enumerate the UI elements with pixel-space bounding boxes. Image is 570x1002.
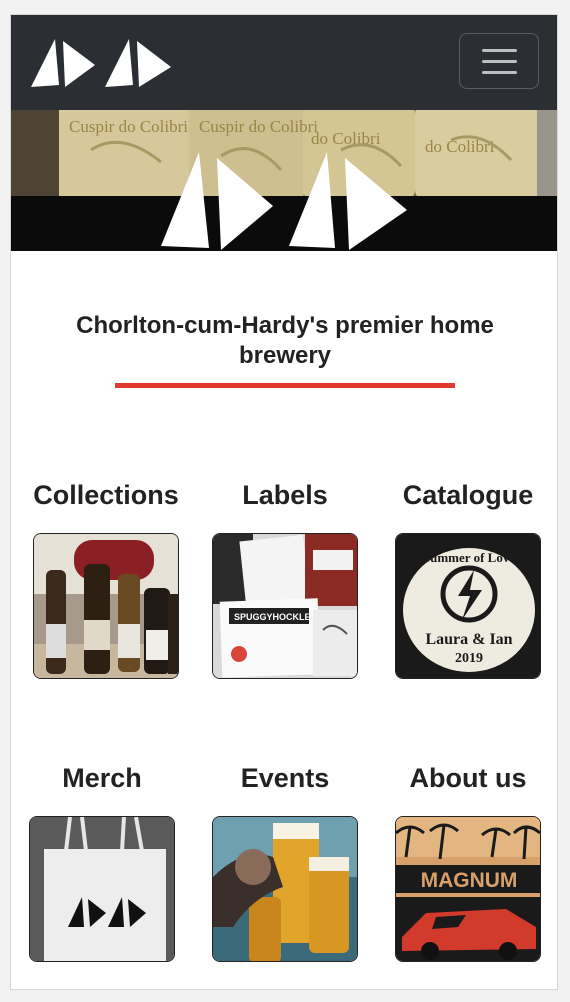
tile-title-about-us[interactable]: About us — [377, 762, 557, 794]
labels-image[interactable]: SPUGGYHOCKLE — [212, 533, 358, 679]
catalogue-image-text-3: 2019 — [455, 651, 483, 666]
tile-title-collections[interactable]: Collections — [15, 479, 197, 511]
abab-logo-icon — [31, 39, 171, 87]
about-us-image-text: MAGNUM — [421, 869, 518, 892]
menu-toggle-button[interactable] — [459, 33, 539, 89]
brand-logo[interactable] — [29, 37, 175, 89]
tile-title-labels[interactable]: Labels — [194, 479, 376, 511]
page-frame: Cuspir do Colibri Cuspir do Colibri do C… — [10, 14, 558, 990]
abab-hero-logo-icon — [161, 152, 407, 250]
events-image[interactable] — [212, 816, 358, 962]
tile-title-catalogue[interactable]: Catalogue — [377, 479, 557, 511]
beer-bottles-icon — [34, 534, 178, 678]
tile-merch: Merch — [11, 762, 193, 962]
tile-catalogue: Catalogue Summer of Love Laura & Ian 201… — [377, 479, 557, 679]
collections-image[interactable] — [33, 533, 179, 679]
tote-bag-icon — [30, 817, 174, 961]
tile-about-us: About us MAGNUM — [377, 762, 557, 962]
beer-glasses-icon — [213, 817, 357, 961]
magnum-poster-icon: MAGNUM — [396, 817, 540, 961]
merch-image[interactable] — [29, 816, 175, 962]
catalogue-image[interactable]: Summer of Love Laura & Ian 2019 — [395, 533, 541, 679]
hero-banner: Cuspir do Colibri Cuspir do Colibri do C… — [11, 110, 557, 251]
tile-title-merch[interactable]: Merch — [11, 762, 193, 794]
bottle-label-text-2: Cuspir do Colibri — [199, 117, 318, 136]
tile-events: Events — [194, 762, 376, 962]
bottle-label-text-1: Cuspir do Colibri — [69, 117, 188, 136]
page-tagline: Chorlton-cum-Hardy's premier home brewer… — [76, 312, 494, 369]
tile-title-events[interactable]: Events — [194, 762, 376, 794]
summer-of-love-icon: Summer of Love Laura & Ian 2019 — [396, 534, 540, 678]
about-us-image[interactable]: MAGNUM — [395, 816, 541, 962]
accent-divider — [115, 383, 455, 388]
catalogue-image-text-1: Summer of Love — [423, 550, 515, 565]
tile-collections: Collections — [15, 479, 197, 679]
tile-labels: Labels SPUGGYHOCKLE — [194, 479, 376, 679]
catalogue-image-text-2: Laura & Ian — [425, 631, 512, 648]
navbar — [11, 15, 557, 110]
labels-collage-icon: SPUGGYHOCKLE — [213, 534, 357, 678]
svg-text:SPUGGYHOCKLE: SPUGGYHOCKLE — [234, 612, 311, 622]
